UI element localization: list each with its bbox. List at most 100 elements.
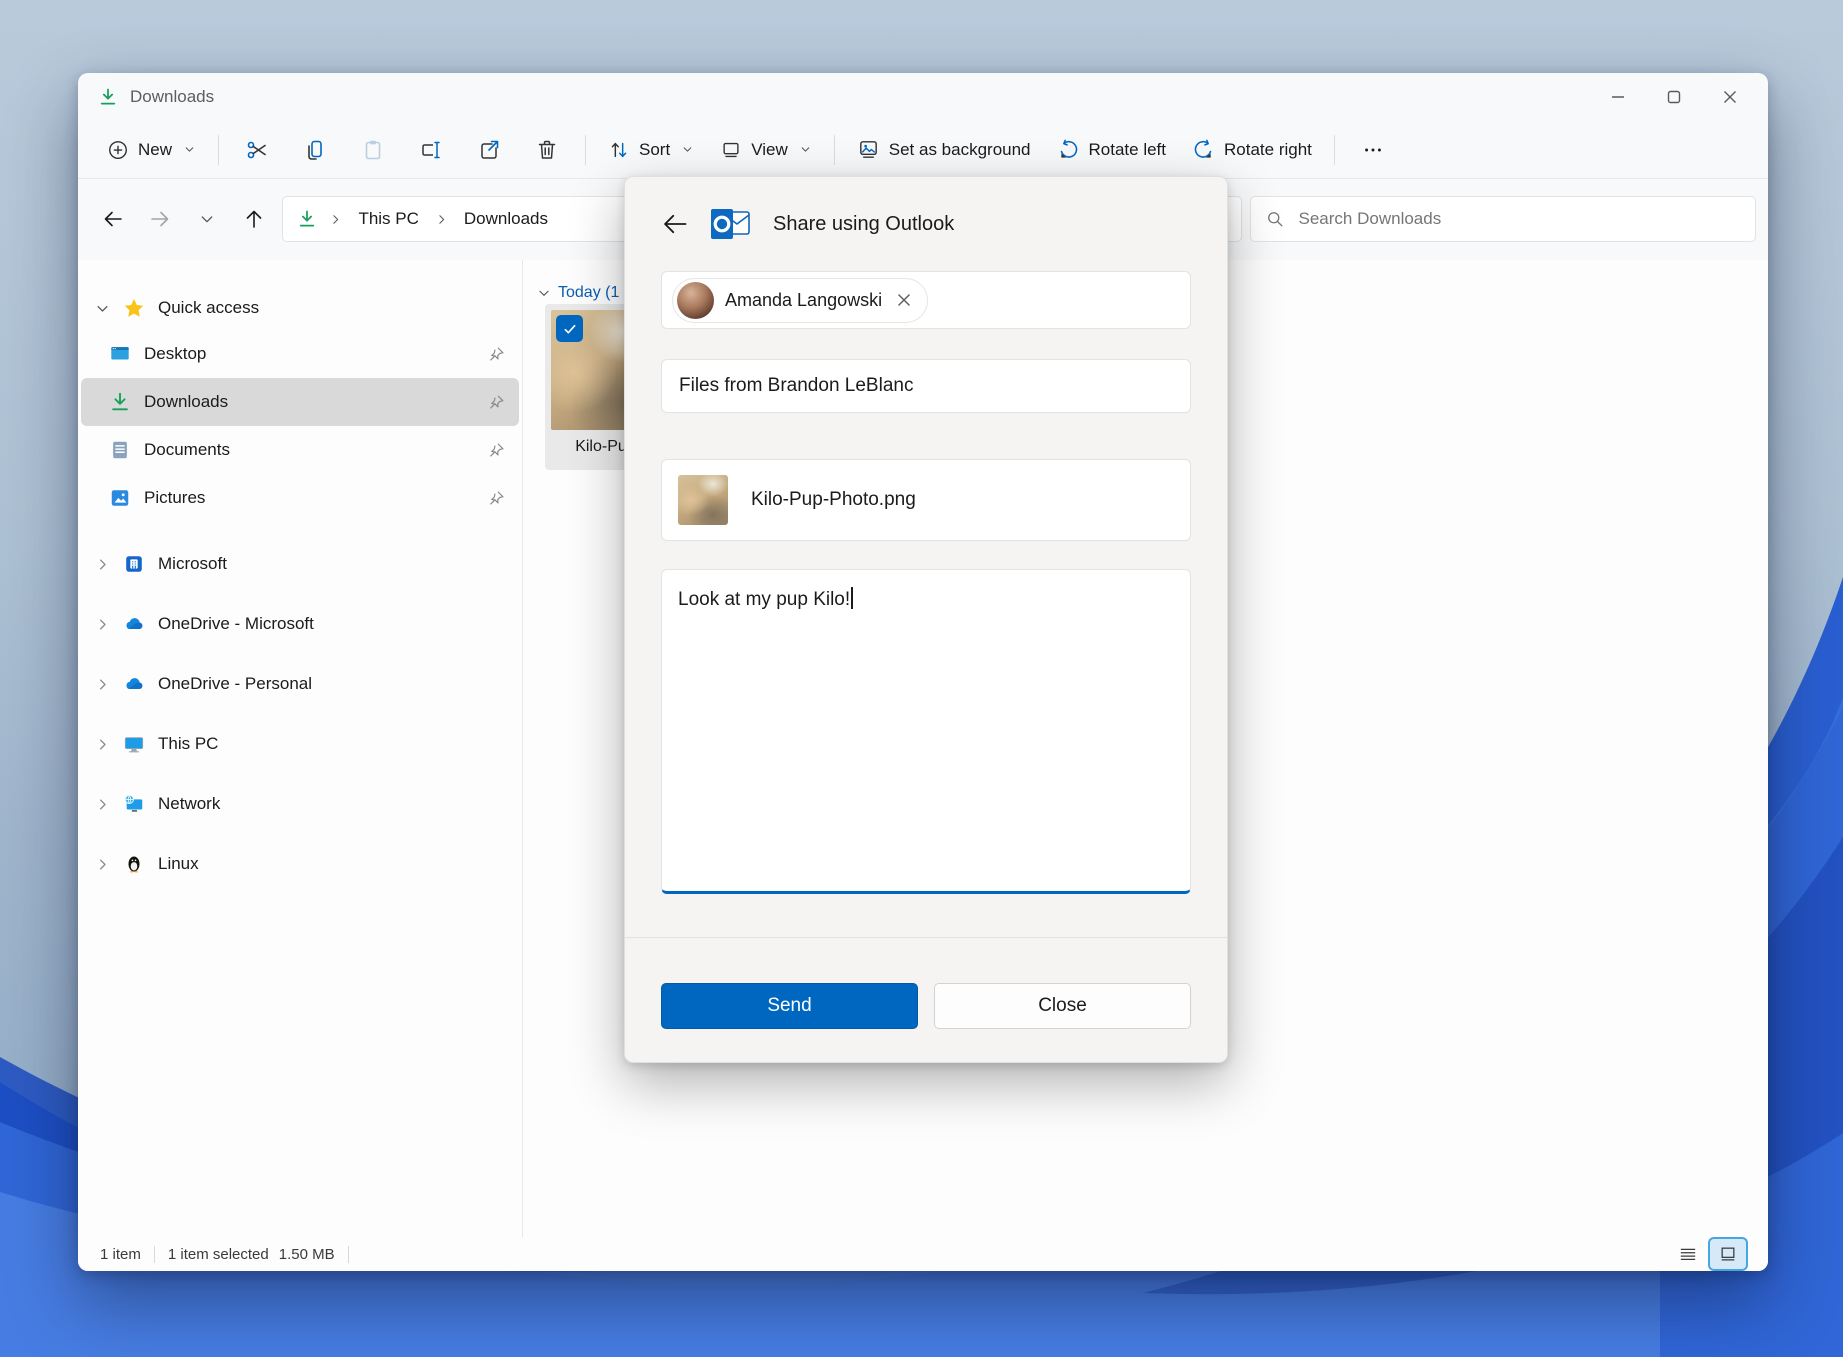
chevron-right-icon [95,677,110,692]
new-button[interactable]: New [94,129,209,171]
sidebar-item-desktop[interactable]: Desktop [81,330,519,378]
breadcrumb-this-pc[interactable]: This PC [354,207,422,231]
maximize-button[interactable] [1646,77,1702,117]
desktop-icon [109,343,131,365]
sidebar-item-label: Quick access [158,298,259,318]
details-view-button[interactable] [1670,1239,1706,1269]
send-button[interactable]: Send [661,983,918,1029]
recipient-field[interactable]: Amanda Langowski [661,271,1191,329]
minimize-button[interactable] [1590,77,1646,117]
chevron-down-icon [537,286,551,300]
group-header-today[interactable]: Today (1 [537,284,619,302]
item-count: 1 item [100,1246,141,1263]
delete-icon [535,138,559,162]
sidebar-item-downloads[interactable]: Downloads [81,378,519,426]
window-title: Downloads [130,87,214,107]
pin-icon [488,490,505,507]
chevron-down-icon [799,143,812,156]
recipient-chip[interactable]: Amanda Langowski [672,278,928,323]
minimize-icon [1607,86,1629,108]
downloads-icon [297,209,317,229]
new-plus-icon [107,139,129,161]
remove-recipient-icon[interactable] [893,289,915,311]
downloads-icon [98,87,118,107]
search-box [1250,196,1757,242]
sidebar-tree: Microsoft OneDrive - Microsoft [78,534,522,894]
delete-button[interactable] [518,129,576,171]
sidebar-item-documents[interactable]: Documents [81,426,519,474]
selection-count: 1 item selected [168,1246,269,1263]
pin-icon [488,394,505,411]
breadcrumb-chevron-icon [435,213,448,226]
status-divider [154,1246,155,1263]
chevron-right-icon [95,557,110,572]
maximize-icon [1663,86,1685,108]
recent-locations-button[interactable] [184,198,231,240]
chevron-right-icon [95,617,110,632]
sidebar-item-label: Network [158,794,220,814]
close-dialog-button[interactable]: Close [934,983,1191,1029]
up-button[interactable] [231,198,278,240]
rotate-left-label: Rotate left [1089,140,1167,160]
close-button[interactable] [1702,77,1758,117]
toolbar-divider [1334,135,1335,165]
back-icon[interactable] [661,210,689,238]
downloads-icon [109,391,131,413]
back-button[interactable] [90,198,137,240]
sidebar-item-onedrive-microsoft[interactable]: OneDrive - Microsoft [81,594,519,654]
copy-icon [303,138,327,162]
view-icon [720,139,742,161]
rotate-right-button[interactable]: Rotate right [1179,129,1325,171]
see-more-icon [1362,139,1384,161]
attachment-card[interactable]: Kilo-Pup-Photo.png [661,459,1191,541]
group-header-label: Today (1 [558,284,619,302]
dialog-header: Share using Outlook [625,177,1227,241]
paste-button[interactable] [344,129,402,171]
chevron-down-icon [199,211,215,227]
recipient-avatar [677,282,714,319]
view-button[interactable]: View [707,129,825,171]
onedrive-icon [123,673,145,695]
search-input[interactable] [1299,209,1742,229]
forward-button[interactable] [137,198,184,240]
chevron-right-icon [95,797,110,812]
sidebar-item-this-pc[interactable]: This PC [81,714,519,774]
large-icons-view-button[interactable] [1710,1239,1746,1269]
message-field[interactable]: Look at my pup Kilo! [661,569,1191,894]
sidebar-item-label: Documents [144,440,230,460]
sidebar-item-onedrive-personal[interactable]: OneDrive - Personal [81,654,519,714]
chevron-right-icon [95,857,110,872]
rename-button[interactable] [402,129,460,171]
chevron-down-icon [681,143,694,156]
sidebar-item-linux[interactable]: Linux [81,834,519,894]
sidebar-item-network[interactable]: Network [81,774,519,834]
see-more-button[interactable] [1344,129,1402,171]
set-background-button[interactable]: Set as background [844,129,1044,171]
subject-input[interactable] [662,375,1190,397]
sort-button[interactable]: Sort [595,129,707,171]
status-bar: 1 item 1 item selected 1.50 MB [78,1237,1768,1271]
status-divider [348,1246,349,1263]
toolbar-divider [218,135,219,165]
selection-checkbox[interactable] [556,315,583,342]
sidebar-item-microsoft[interactable]: Microsoft [81,534,519,594]
rotate-left-button[interactable]: Rotate left [1044,129,1180,171]
breadcrumb-downloads[interactable]: Downloads [460,207,552,231]
sidebar-item-quick-access[interactable]: Quick access [81,286,519,330]
sidebar-item-label: Downloads [144,392,228,412]
new-button-label: New [138,140,172,160]
share-button[interactable] [460,129,518,171]
cut-button[interactable] [228,129,286,171]
microsoft-icon [123,553,145,575]
star-icon [123,297,145,319]
breadcrumb-chevron-icon [329,213,342,226]
forward-icon [148,207,172,231]
copy-button[interactable] [286,129,344,171]
documents-icon [109,439,131,461]
dialog-footer: Send Close [625,937,1227,1062]
view-toggles [1670,1239,1746,1269]
sort-icon [608,139,630,161]
sidebar-item-label: This PC [158,734,218,754]
set-background-label: Set as background [889,140,1031,160]
sidebar-item-pictures[interactable]: Pictures [81,474,519,522]
